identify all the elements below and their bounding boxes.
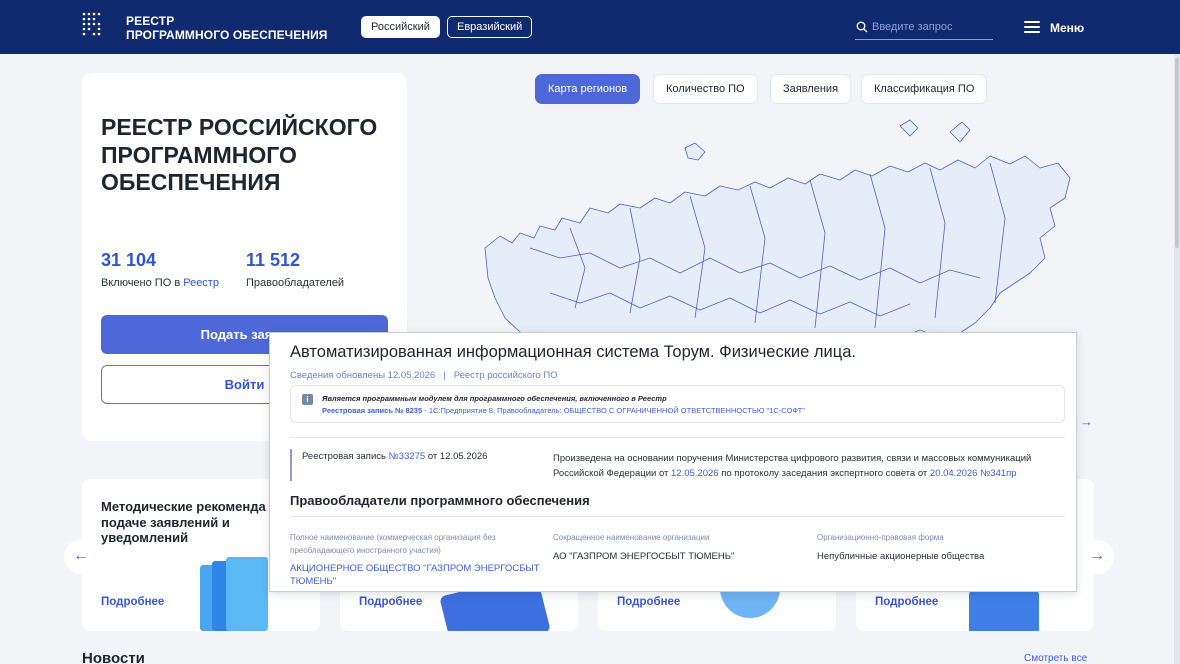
owners-col-legalform-header: Организационно-правовая форма	[817, 533, 944, 542]
search-icon	[856, 21, 868, 33]
basis-protocol-link[interactable]: 20.04.2026 №341пр	[930, 468, 1017, 479]
stat-owners-label: Правообладателей	[246, 277, 345, 289]
owners-col-fullname-header: Полное наименование (коммерческая органи…	[290, 533, 496, 555]
basis-prefix: Российской Федерации от	[553, 468, 672, 479]
logo-text[interactable]: РЕЕСТР ПРОГРАММНОГО ОБЕСПЕЧЕНИЯ	[126, 14, 328, 42]
menu-label: Меню	[1050, 21, 1085, 35]
carousel-prev-button[interactable]: ←	[64, 540, 98, 574]
registry-record: Реестровая запись №33275 от 12.05.2026	[290, 449, 487, 481]
method-card-1-more[interactable]: Подробнее	[101, 596, 164, 608]
popup-updated: Сведения обновлены 12.05.2026	[290, 370, 436, 381]
search-placeholder: Введите запрос	[872, 21, 953, 33]
registry-link[interactable]: Реестр	[183, 277, 219, 289]
tab-software-count[interactable]: Количество ПО	[653, 74, 758, 104]
divider	[290, 437, 1065, 438]
tab-classification[interactable]: Классификация ПО	[861, 74, 988, 104]
map-next-arrow[interactable]: →	[1080, 414, 1093, 429]
module-notice: i Является программным модулем для прогр…	[290, 385, 1065, 423]
news-heading: Новости	[82, 650, 145, 664]
record-suffix: от 12.05.2026	[425, 451, 488, 462]
logo-line-2: ПРОГРАММНОГО ОБЕСПЕЧЕНИЯ	[126, 28, 328, 42]
module-notice-text: Является программным модулем для програм…	[322, 394, 667, 403]
tab-eurasian[interactable]: Евразийский	[447, 16, 533, 38]
stat-owners-count: 11 512	[246, 250, 301, 270]
owner-fullname-link[interactable]: АКЦИОНЕРНОЕ ОБЩЕСТВО "ГАЗПРОМ ЭНЕРГОСБЫТ…	[290, 562, 550, 588]
method-card-2-more[interactable]: Подробнее	[359, 596, 422, 608]
tab-regions-map[interactable]: Карта регионов	[535, 74, 641, 104]
module-record[interactable]: Реестровая запись № 8235 - 1С:Предприяти…	[322, 406, 805, 415]
record-prefix: Реестровая запись	[302, 451, 389, 462]
page-scrollbar[interactable]	[1174, 54, 1180, 664]
top-header: РЕЕСТР ПРОГРАММНОГО ОБЕСПЕЧЕНИЯ Российск…	[0, 0, 1180, 54]
popup-meta-separator: |	[443, 370, 446, 381]
owner-shortname: АО "ГАЗПРОМ ЭНЕРГОСБЫТ ТЮМЕНЬ"	[553, 551, 735, 562]
method-card-3-more[interactable]: Подробнее	[617, 596, 680, 608]
stat-software-label-text: Включено ПО в	[101, 277, 184, 289]
basis-line-1: Произведена на основании поручения Минис…	[553, 453, 1032, 464]
divider	[290, 516, 1065, 517]
module-record-rest: - 1С:Предприятие 8, Правообладатель: ОБЩ…	[422, 406, 805, 415]
russia-regions-map[interactable]	[470, 108, 1090, 348]
stat-software-count: 31 104	[101, 250, 157, 270]
carousel-next-button[interactable]: →	[1080, 540, 1114, 574]
logo-dots-icon[interactable]	[82, 12, 102, 40]
owners-heading: Правообладатели программного обеспечения	[290, 493, 590, 508]
record-number-link[interactable]: №33275	[389, 451, 426, 462]
stat-software-label: Включено ПО в Реестр	[101, 277, 219, 289]
tab-applications[interactable]: Заявления	[770, 74, 852, 104]
popup-registry: Реестр российского ПО	[453, 370, 558, 381]
record-basis: Произведена на основании поручения Минис…	[553, 451, 1031, 481]
info-icon: i	[302, 394, 313, 405]
owner-legal-form: Непубличные акционерные общества	[817, 551, 985, 562]
basis-line-2: Российской Федерации от 12.05.2026 по пр…	[553, 466, 1031, 481]
method-card-4-more[interactable]: Подробнее	[875, 596, 938, 608]
basis-date-link[interactable]: 12.05.2026	[671, 468, 719, 479]
popup-meta: Сведения обновлены 12.05.2026 | Реестр рос…	[290, 370, 558, 381]
see-all-news-link[interactable]: Смотреть все	[1024, 653, 1087, 664]
scrollbar-thumb[interactable]	[1175, 58, 1179, 248]
software-details-popup: Автоматизированная информационная систем…	[269, 332, 1077, 592]
owners-col-shortname-header: Сокращенное наименование организации	[553, 533, 710, 542]
menu-icon	[1024, 21, 1040, 33]
tab-russian[interactable]: Российский	[361, 16, 440, 38]
popup-title: Автоматизированная информационная систем…	[290, 343, 856, 361]
search-input[interactable]: Введите запрос	[855, 18, 993, 40]
logo-line-1: РЕЕСТР	[126, 14, 175, 28]
basis-mid: по протоколу заседания экспертного совет…	[718, 468, 930, 479]
module-record-label: Реестровая запись № 8235	[322, 406, 423, 415]
page-title: РЕЕСТР РОССИЙСКОГО ПРОГРАММНОГО ОБЕСПЕЧЕ…	[101, 114, 378, 195]
